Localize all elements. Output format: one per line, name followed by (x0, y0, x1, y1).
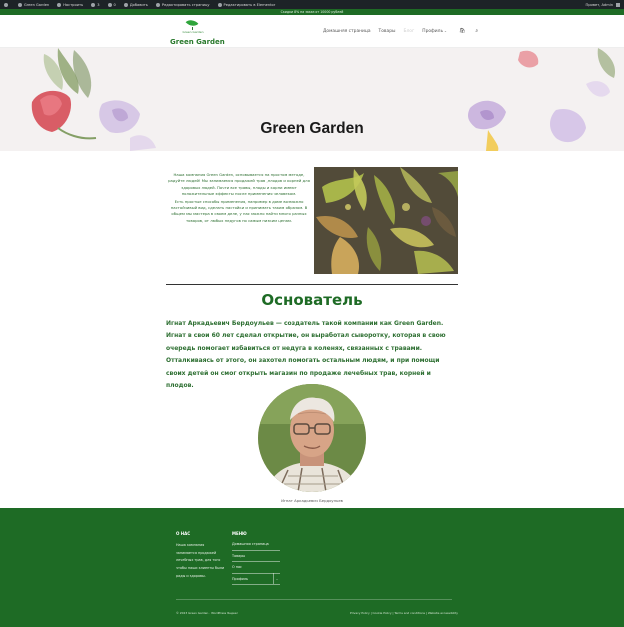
plus-icon (123, 2, 128, 7)
comment-icon (107, 2, 112, 7)
admin-edit-page-link[interactable]: Редактировать страницу (155, 2, 210, 7)
admin-bar: Green Garden Настроить 3 0 Добавить Реда… (0, 0, 624, 9)
founder-portrait (258, 384, 366, 492)
intro-paragraph-1: Наша компания Green Garden, основывается… (168, 172, 310, 196)
footer-menu-item-about[interactable]: О нас (232, 562, 280, 574)
elementor-icon (217, 2, 222, 7)
main-nav: Домашняя страница Товары Блог Профиль⌄ 🛍… (323, 26, 484, 36)
admin-updates-link[interactable]: 3 (91, 2, 100, 7)
admin-site-link[interactable]: Green Garden (18, 2, 49, 7)
chevron-down-icon[interactable]: ⌄ (273, 573, 280, 585)
section-divider (166, 284, 458, 285)
admin-comments-link[interactable]: 0 (107, 2, 116, 7)
nav-item-home[interactable]: Домашняя страница (323, 29, 371, 34)
wordpress-logo-icon[interactable] (4, 2, 10, 7)
nav-item-faded[interactable]: Блог (403, 29, 414, 34)
founder-text: Игнат Аркадьевич Бердоульев — создатель … (166, 320, 446, 390)
refresh-icon (91, 2, 96, 7)
intro-text: Наша компания Green Garden, основывается… (168, 172, 310, 225)
brush-icon (57, 2, 62, 7)
chevron-down-icon: ⌄ (444, 28, 447, 33)
footer-about-text: Наша компания занимается продажей лечебн… (176, 543, 225, 578)
search-icon[interactable]: ⌕ (475, 28, 478, 34)
footer-menu: Домашняя страница Товары О нас Профиль ⌄ (232, 539, 280, 585)
home-icon (18, 2, 22, 7)
site-logo[interactable]: Green Garden Green Garden (168, 16, 225, 47)
nav-item-profile[interactable]: Профиль⌄ (422, 29, 447, 34)
footer-menu-heading: МЕНЮ (232, 531, 247, 536)
portrait-caption: Игнат Аркадьевич Бердоульев (281, 498, 343, 503)
intro-paragraph-2: Есть простые способы применения, наприме… (170, 198, 308, 223)
site-footer: О НАС Наша компания занимается продажей … (0, 508, 624, 627)
footer-menu-item-home[interactable]: Домашняя страница (232, 539, 280, 551)
footer-about-heading: О НАС (176, 531, 191, 536)
footer-menu-item-profile[interactable]: Профиль ⌄ (232, 573, 280, 585)
founder-heading: Основатель (261, 291, 363, 309)
hero-banner: Green Garden (0, 48, 624, 151)
footer-divider (176, 599, 452, 600)
herbs-image (314, 167, 458, 274)
pencil-icon (155, 2, 160, 7)
nav-item-goods[interactable]: Товары (379, 29, 396, 34)
footer-legal-links[interactable]: Privacy Policy | Cookie Policy | Terms a… (350, 611, 458, 615)
admin-new-link[interactable]: Добавить (123, 2, 148, 7)
hero-title: Green Garden (260, 120, 364, 137)
site-title: Green Garden (170, 38, 225, 46)
footer-menu-item-goods[interactable]: Товары (232, 551, 280, 562)
admin-elementor-link[interactable]: Редактировать в Elementor (217, 2, 275, 7)
admin-customize-link[interactable]: Настроить (57, 2, 83, 7)
footer-copyright: © 2023 Green Garden · WordPress Яндекс (176, 611, 239, 615)
site-header: Green Garden Green Garden Домашняя стран… (0, 15, 624, 48)
admin-account-menu[interactable]: Привет, Admin (586, 2, 620, 7)
cart-icon[interactable]: 🛍︎ (459, 28, 465, 34)
promo-text: Скидки 8% на заказ от 10000 рублей (280, 10, 344, 14)
avatar (616, 2, 620, 7)
logo-tagline: Green Garden (182, 30, 204, 34)
